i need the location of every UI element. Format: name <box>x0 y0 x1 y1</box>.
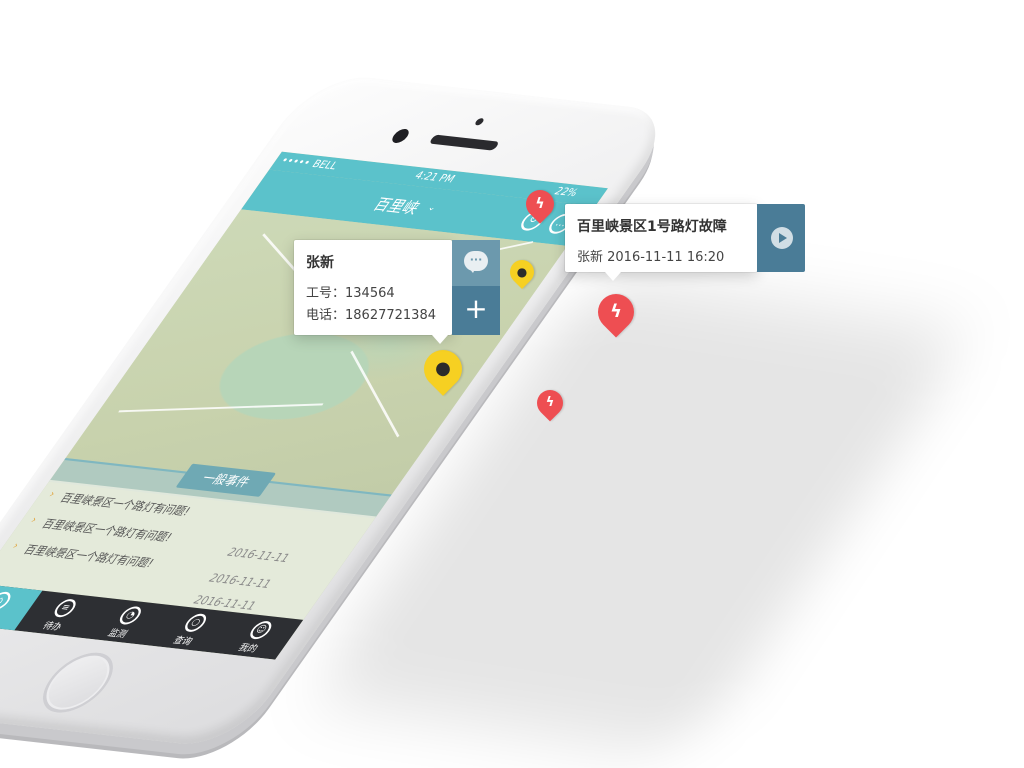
phone-number[interactable]: 电话：18627721384 <box>306 304 436 323</box>
list-icon: ≡ <box>50 598 80 619</box>
clock: 4:21 PM <box>411 170 458 186</box>
person-pin-selected[interactable]: ● <box>416 342 470 396</box>
battery-label: 22% <box>551 186 580 200</box>
signal-icon: ••••• <box>277 155 313 170</box>
lightning-icon: ϟ <box>610 301 622 322</box>
alert-meta: 张新 2016-11-11 16:20 <box>577 250 725 265</box>
stage: ••••• BELL 4:21 PM 22% 百里峡 ⌄ ↻ … 一般事件 › … <box>0 0 1024 768</box>
chevron-right-icon: › <box>27 514 40 527</box>
chevron-right-icon: › <box>9 540 22 552</box>
card-pointer <box>605 272 621 281</box>
alert-info-card: 百里峡景区1号路灯故障 张新 2016-11-11 16:20 <box>565 204 757 281</box>
person-icon: ● <box>435 358 451 379</box>
user-icon: ☺ <box>246 620 276 641</box>
map-road <box>350 350 400 438</box>
chevron-down-icon[interactable]: ⌄ <box>425 203 439 214</box>
chevron-right-icon: › <box>46 488 58 501</box>
map-road <box>118 403 324 413</box>
search-icon: ○ <box>180 612 211 633</box>
message-button[interactable]: ··· <box>452 240 500 286</box>
alert-pin[interactable]: ϟ <box>531 384 569 422</box>
home-icon: ⌂ <box>0 590 15 611</box>
person-name: 张新 <box>306 255 334 271</box>
alert-title: 百里峡景区1号路灯故障 <box>577 219 727 235</box>
lightning-icon: ϟ <box>535 196 545 212</box>
card-pointer <box>432 335 448 344</box>
person-icon: ● <box>516 265 528 279</box>
person-info-card: 张新 工号：134564 电话：18627721384 <box>294 240 452 344</box>
play-icon <box>771 227 793 249</box>
play-button[interactable] <box>757 204 805 272</box>
gauge-icon: ◔ <box>115 605 146 626</box>
carrier-label: BELL <box>309 158 340 173</box>
alert-pin-selected[interactable]: ϟ <box>590 286 642 338</box>
location-title[interactable]: 百里峡 <box>369 193 426 219</box>
employee-id: 工号：134564 <box>306 286 395 301</box>
add-button[interactable]: + <box>452 286 500 335</box>
alert-pin[interactable]: ϟ <box>520 184 560 224</box>
person-pin[interactable]: ● <box>505 255 539 289</box>
lightning-icon: ϟ <box>545 395 555 410</box>
plus-icon: + <box>464 292 488 325</box>
chat-bubble-icon: ··· <box>464 251 488 273</box>
